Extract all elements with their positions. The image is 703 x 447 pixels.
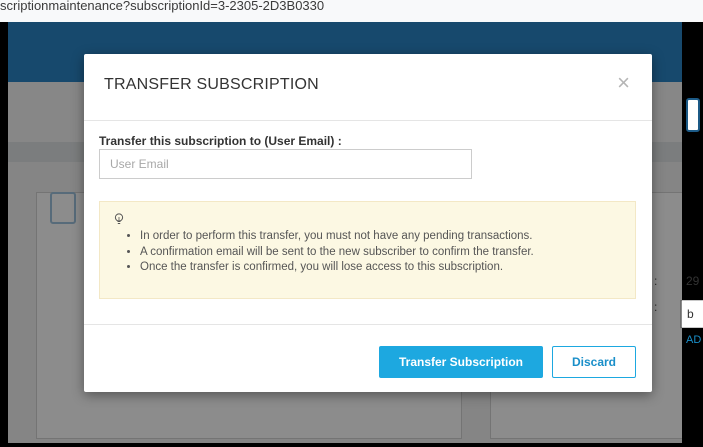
modal-title: TRANSFER SUBSCRIPTION [104, 76, 319, 93]
modal-header: TRANSFER SUBSCRIPTION × [84, 54, 652, 121]
notice-list: In order to perform this transfer, you m… [126, 229, 534, 276]
transfer-subscription-modal: TRANSFER SUBSCRIPTION × Transfer this su… [84, 54, 652, 392]
user-email-input[interactable] [99, 149, 472, 179]
notice-item: Once the transfer is confirmed, you will… [140, 260, 534, 276]
notice-item: In order to perform this transfer, you m… [140, 229, 534, 245]
transfer-notice: In order to perform this transfer, you m… [99, 201, 636, 299]
browser-address-bar[interactable]: scriptionmaintenance?subscriptionId=3-23… [0, 0, 703, 22]
notice-item: A confirmation email will be sent to the… [140, 245, 534, 261]
background-input-value: b [687, 307, 694, 321]
address-text: scriptionmaintenance?subscriptionId=3-23… [0, 0, 325, 13]
discard-button[interactable]: Discard [552, 346, 636, 378]
close-icon[interactable]: × [617, 72, 630, 94]
background-input: b [680, 300, 703, 328]
background-button [686, 98, 700, 132]
modal-footer: Transfer Subscription Discard [84, 324, 652, 393]
email-field-label: Transfer this subscription to (User Emai… [99, 134, 342, 148]
background-link: AD [686, 334, 702, 346]
transfer-subscription-button[interactable]: Transfer Subscription [379, 346, 543, 378]
lightbulb-icon [114, 213, 124, 224]
detail-value: 29 [686, 274, 700, 288]
